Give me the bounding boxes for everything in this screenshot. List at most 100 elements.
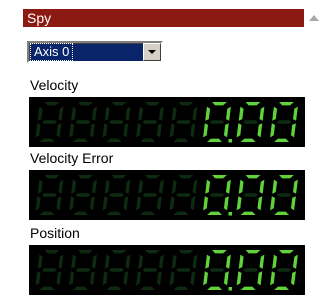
- lcd-segment: [291, 196, 296, 211]
- lcd-segment: [270, 271, 275, 286]
- lcd-segment: [56, 196, 62, 211]
- lcd-segment: [136, 123, 141, 138]
- lcd-segment: [212, 102, 227, 106]
- lcd-segment: [145, 175, 160, 179]
- lcd-decimal-point: [228, 212, 232, 216]
- lcd-segment: [226, 179, 231, 194]
- lcd-segment: [223, 196, 229, 211]
- lcd-segment: [109, 120, 124, 124]
- lcd-segment: [42, 268, 57, 272]
- lcd-segment: [240, 286, 256, 290]
- lcd-segment: [272, 106, 278, 121]
- lcd-segment: [145, 250, 160, 254]
- lcd-segment: [37, 106, 43, 121]
- lcd-segment: [90, 123, 95, 138]
- lcd-segment: [71, 254, 76, 269]
- lcd-segment: [111, 175, 127, 179]
- lcd-segment: [39, 211, 55, 215]
- lcd-segment: [69, 123, 74, 138]
- lcd-segment: [71, 179, 76, 194]
- lcd-segment: [209, 268, 225, 272]
- lcd-segment: [173, 286, 189, 290]
- lcd-segment: [35, 196, 41, 211]
- lcd-segment: [123, 271, 129, 286]
- lcd-segment: [142, 120, 158, 124]
- lcd-segment: [276, 268, 292, 272]
- axis-select[interactable]: Axis 0: [27, 41, 163, 63]
- lcd-segment: [136, 271, 141, 286]
- lcd-segment: [73, 286, 88, 290]
- lcd-segment: [270, 196, 275, 211]
- lcd-segment: [106, 211, 122, 215]
- lcd-segment: [279, 175, 294, 179]
- lcd-segment: [207, 138, 222, 142]
- lcd-segment: [92, 106, 97, 121]
- lcd-segment: [73, 138, 88, 142]
- lcd-segment: [238, 254, 244, 269]
- lcd-segment: [270, 123, 275, 138]
- lcd-segment: [276, 120, 292, 124]
- position-display: [29, 245, 305, 295]
- axis-select-value: Axis 0: [29, 43, 74, 61]
- lcd-segment: [176, 120, 191, 124]
- lcd-segment: [109, 193, 124, 197]
- lcd-segment: [209, 193, 225, 197]
- lcd-segment: [156, 196, 162, 211]
- lcd-segment: [212, 250, 227, 254]
- velocity-error-label: Velocity Error: [30, 150, 114, 166]
- lcd-segment: [245, 250, 261, 254]
- lcd-segment: [56, 123, 62, 138]
- lcd-segment: [192, 254, 198, 269]
- lcd-segment: [274, 286, 289, 290]
- lcd-segment: [279, 250, 294, 254]
- lcd-segment: [171, 106, 177, 121]
- velocity-error-digits: [35, 175, 298, 216]
- lcd-segment: [145, 102, 160, 106]
- lcd-segment: [245, 102, 261, 106]
- lcd-segment: [106, 138, 122, 142]
- lcd-segment: [75, 268, 91, 272]
- lcd-segment: [259, 254, 265, 269]
- lcd-segment: [192, 179, 198, 194]
- lcd-segment: [259, 179, 265, 194]
- panel-titlebar: Spy: [23, 9, 304, 27]
- lcd-segment: [58, 106, 64, 121]
- lcd-segment: [190, 196, 196, 211]
- velocity-digits: [35, 102, 298, 143]
- lcd-segment: [140, 211, 155, 215]
- lcd-segment: [58, 179, 64, 194]
- lcd-segment: [226, 254, 231, 269]
- lcd-segment: [125, 179, 131, 194]
- lcd-segment: [291, 123, 296, 138]
- velocity-label: Velocity: [30, 77, 79, 93]
- lcd-segment: [176, 193, 191, 197]
- lcd-segment: [156, 271, 162, 286]
- lcd-segment: [240, 211, 256, 215]
- lcd-segment: [104, 179, 110, 194]
- lcd-segment: [223, 271, 229, 286]
- lcd-segment: [140, 138, 155, 142]
- lcd-segment: [207, 211, 222, 215]
- lcd-segment: [156, 123, 162, 138]
- chevron-down-icon[interactable]: [143, 43, 161, 61]
- lcd-segment: [238, 179, 244, 194]
- lcd-segment: [279, 102, 294, 106]
- collapse-icon[interactable]: [307, 11, 321, 25]
- lcd-segment: [111, 102, 127, 106]
- lcd-segment: [71, 106, 76, 121]
- lcd-segment: [205, 179, 211, 194]
- lcd-segment: [272, 179, 278, 194]
- lcd-segment: [138, 179, 144, 194]
- lcd-segment: [243, 268, 258, 272]
- lcd-segment: [293, 106, 298, 121]
- lcd-segment: [207, 286, 222, 290]
- lcd-segment: [42, 120, 57, 124]
- lcd-segment: [102, 196, 108, 211]
- lcd-segment: [293, 179, 298, 194]
- lcd-segment: [35, 271, 41, 286]
- lcd-segment: [257, 123, 263, 138]
- lcd-segment: [178, 250, 194, 254]
- lcd-segment: [243, 193, 258, 197]
- lcd-segment: [274, 138, 289, 142]
- lcd-segment: [125, 254, 131, 269]
